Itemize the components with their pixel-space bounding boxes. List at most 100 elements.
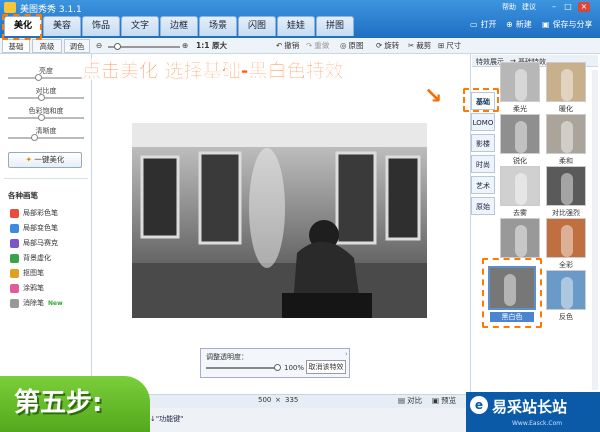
maximize-icon[interactable]: □ [562,2,574,12]
preview-icon: ▣ [432,396,440,405]
original-icon: ◎ [340,41,347,50]
effect-thumb-6[interactable] [500,218,540,258]
slider-track-2[interactable] [8,117,84,119]
slider-handle-3[interactable] [30,134,38,141]
tab-6[interactable]: 闪图 [238,16,276,36]
brush-item-3[interactable]: 背景虚化 [10,253,51,263]
effect-label-4: 去雾 [513,209,527,217]
effect-thumb-7[interactable] [546,218,586,258]
new-button[interactable]: ⊕ 新建 [506,18,532,32]
slider-track-1[interactable] [8,97,84,99]
slider-track-0[interactable] [8,77,84,79]
thumb-figure [561,277,573,309]
effect-label-5: 对比强烈 [552,209,580,217]
open-button[interactable]: ▭ 打开 [470,18,497,32]
size-button[interactable]: ⊞ 尺寸 [438,40,461,52]
preview-button[interactable]: ▣ 预览 [432,395,456,407]
rotate-button[interactable]: ⟳ 旋转 [376,40,399,52]
effect-tab-2[interactable]: 影楼 [471,134,495,152]
opacity-value: 100% [284,364,305,372]
close-icon[interactable]: × [578,2,590,12]
effect-tab-4[interactable]: 艺术 [471,176,495,194]
image-width: 500 [258,396,272,404]
open-label: 打开 [480,20,497,29]
effect-thumb-4[interactable] [500,166,540,206]
open-icon: ▭ [470,20,478,29]
wand-icon: ✦ [25,155,32,164]
tab-4[interactable]: 边框 [160,16,198,36]
slider-label-0: 亮度 [39,67,53,75]
brush-item-6[interactable]: 消除笔 New [10,298,63,308]
tab-5[interactable]: 场景 [199,16,237,36]
effect-label-1: 暖化 [559,105,573,113]
subtab-advanced[interactable]: 高级 [32,39,62,53]
tab-1[interactable]: 美容 [43,16,81,36]
zoom-slider-handle[interactable] [114,43,121,50]
image-size-times: × [275,396,281,404]
undo-icon: ↶ [276,41,283,50]
brush-item-5[interactable]: 涂鸦笔 [10,283,44,293]
tab-3[interactable]: 文字 [121,16,159,36]
original-label: 原图 [348,41,364,50]
effect-thumb-3[interactable] [546,114,586,154]
effect-thumb-9[interactable] [546,270,586,310]
collapse-icon[interactable]: › [345,350,348,358]
save-icon: ▣ [542,20,550,29]
effect-tab-3[interactable]: 时尚 [471,155,495,173]
app-logo-icon [4,2,16,13]
new-icon: ⊕ [506,20,513,29]
subtab-color[interactable]: 调色 [64,39,90,53]
rotate-label: 旋转 [384,41,400,50]
brush-label: 局部变色笔 [23,224,58,232]
size-label: 尺寸 [446,41,462,50]
effect-thumb-0[interactable] [500,62,540,102]
brush-item-4[interactable]: 抠图笔 [10,268,44,278]
bottom-hint: ↓"功能键" [150,415,184,423]
crop-button[interactable]: ✂ 裁剪 [408,40,431,52]
opacity-slider[interactable] [206,367,278,369]
tab-2[interactable]: 饰品 [82,16,120,36]
brush-label: 局部彩色笔 [23,209,58,217]
opacity-slider-handle[interactable] [274,364,281,371]
brush-label: 局部马赛克 [23,239,58,247]
save-label: 保存与分享 [552,20,593,29]
minimize-icon[interactable]: – [548,2,560,12]
new-badge: New [48,299,63,307]
slider-handle-0[interactable] [34,74,42,81]
effects-scrollbar[interactable] [592,70,598,390]
compare-button[interactable]: ▤ 对比 [398,395,422,407]
undo-button[interactable]: ↶ 撤销 [276,40,299,52]
effect-thumb-5[interactable] [546,166,586,206]
brush-item-1[interactable]: 局部变色笔 [10,223,58,233]
brush-icon [10,238,19,248]
e-logo-icon: e [470,396,488,414]
brush-item-2[interactable]: 局部马赛克 [10,238,58,248]
save-share-button[interactable]: ▣ 保存与分享 [542,18,593,32]
zoom-actual-button[interactable]: 1:1 原大 [196,40,227,52]
cancel-effect-button[interactable]: 取消该特效 [306,360,346,374]
subtab-basic[interactable]: 基础 [2,39,30,53]
effect-tab-5[interactable]: 原始 [471,197,495,215]
original-button[interactable]: ◎ 原图 [340,40,364,52]
tab-8[interactable]: 拼图 [316,16,354,36]
brush-icon [10,253,19,263]
divider [4,178,88,179]
highlight-bw-effect [482,258,542,328]
feedback-link[interactable]: 建议 [522,2,536,12]
auto-beautify-label: 一键美化 [34,155,65,164]
zoom-out-icon[interactable]: ⊖ [96,40,102,52]
slider-track-3[interactable] [8,137,84,139]
auto-beautify-button[interactable]: ✦ 一键美化 [8,152,82,168]
redo-label: 重做 [314,41,330,50]
crop-icon: ✂ [408,41,415,50]
effect-thumb-1[interactable] [546,62,586,102]
help-link[interactable]: 帮助 [502,2,516,12]
zoom-in-icon[interactable]: ⊕ [182,40,188,52]
effect-thumb-2[interactable] [500,114,540,154]
tab-7[interactable]: 娃娃 [277,16,315,36]
subway-photo[interactable] [132,123,427,318]
redo-button[interactable]: ↷ 重做 [306,40,329,52]
brush-item-0[interactable]: 局部彩色笔 [10,208,58,218]
effect-label-0: 柔光 [513,105,527,113]
effect-tab-1[interactable]: LOMO [471,113,495,131]
